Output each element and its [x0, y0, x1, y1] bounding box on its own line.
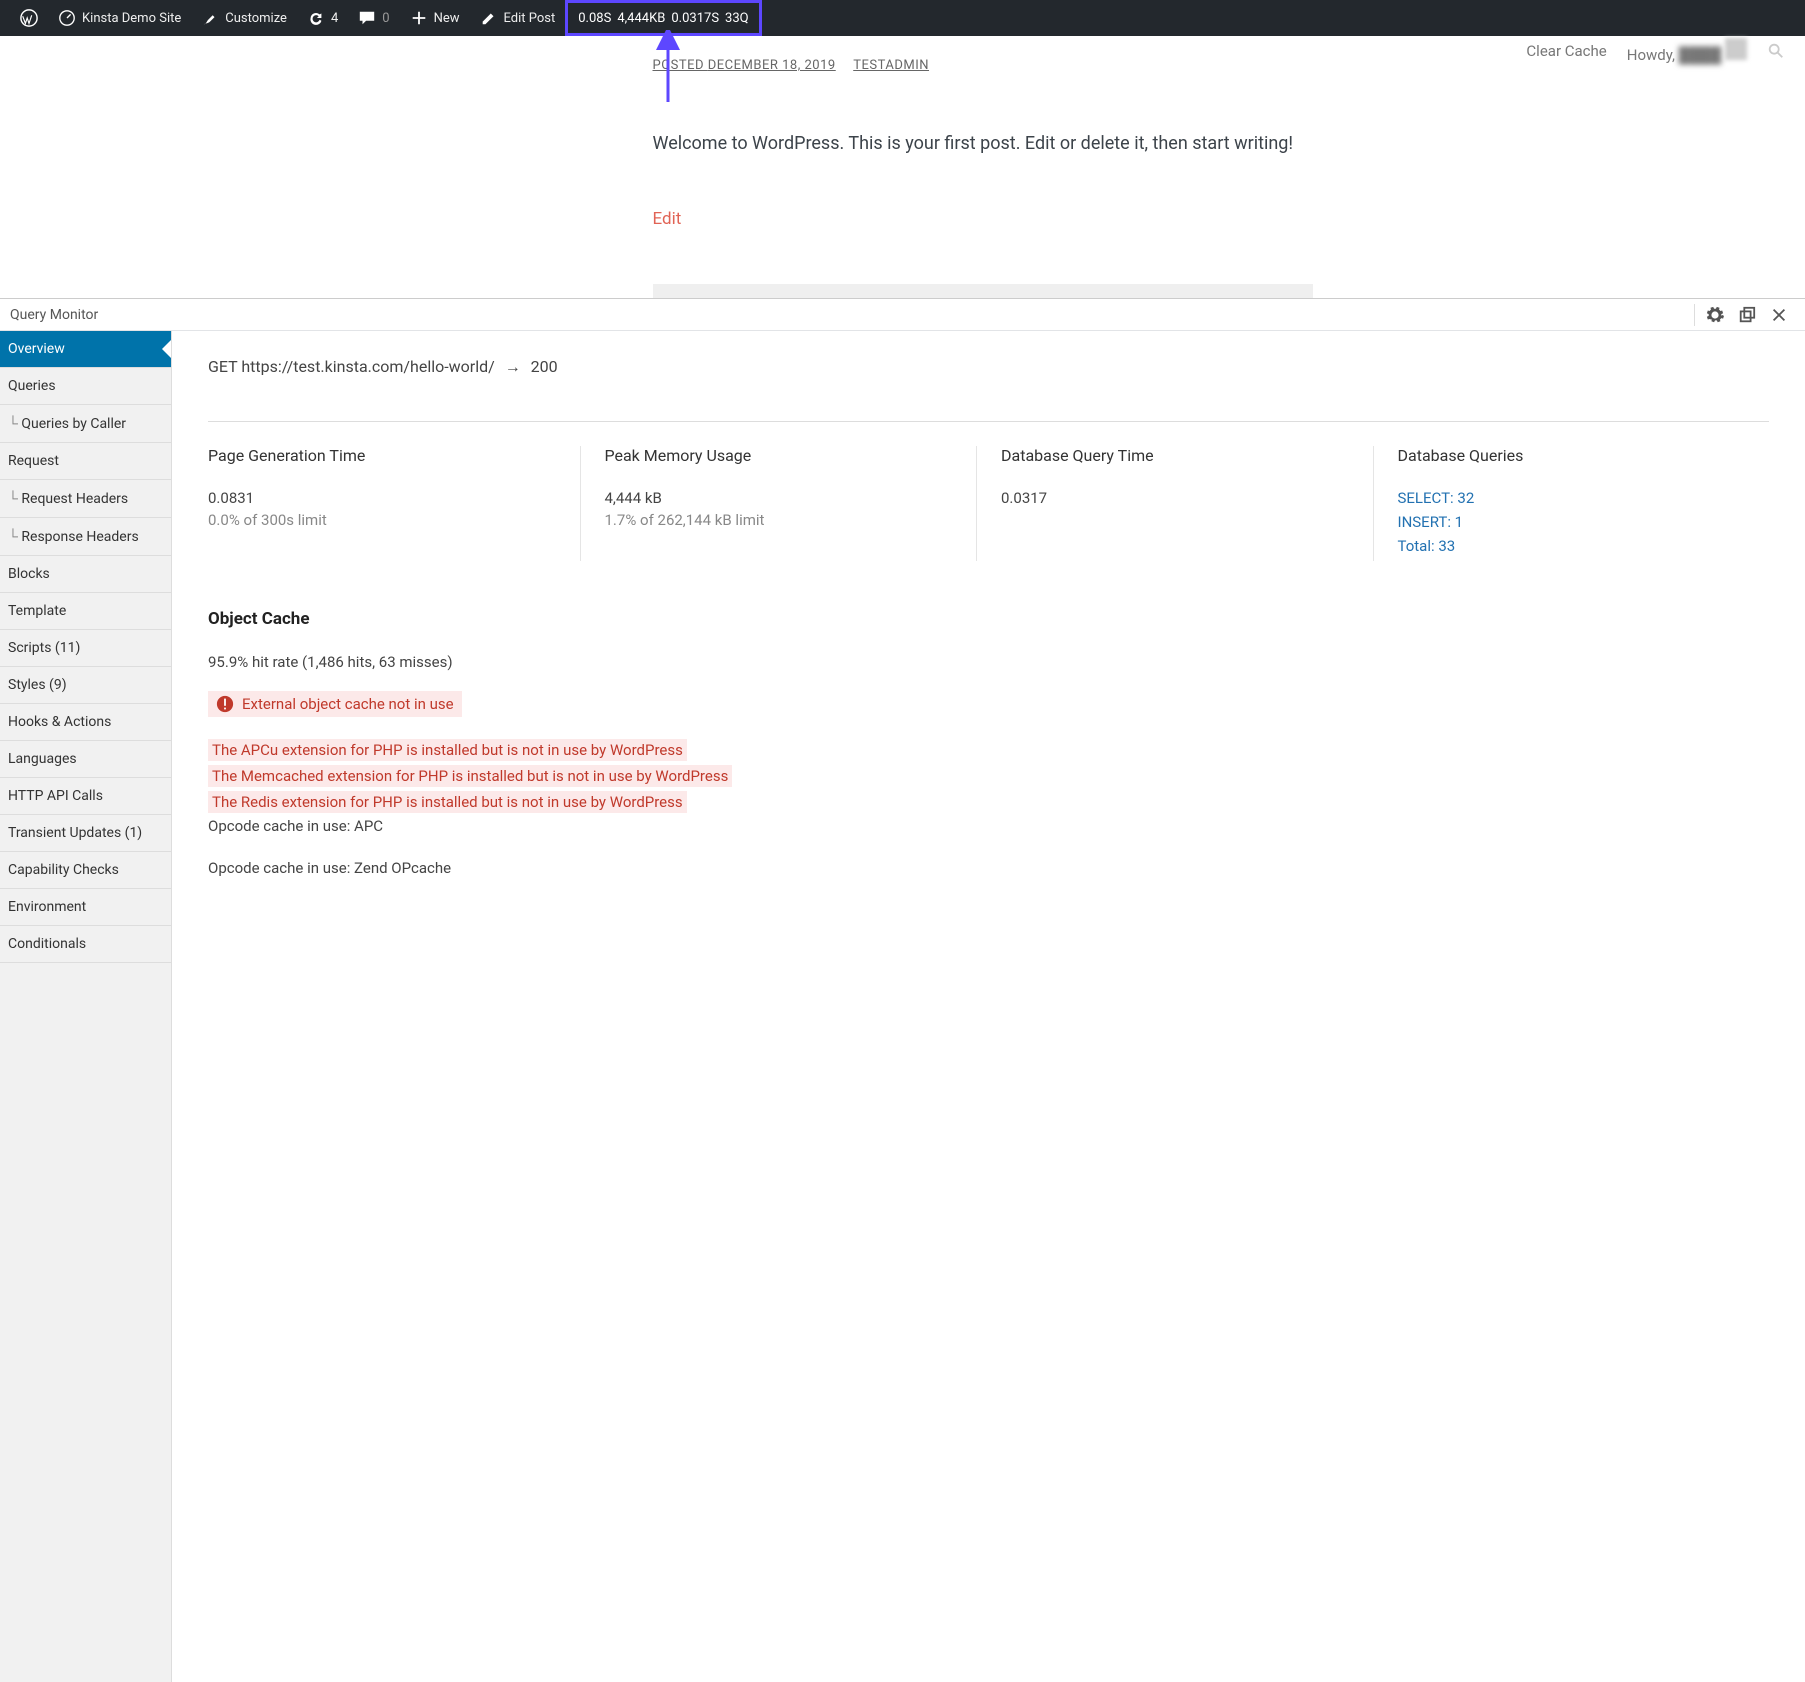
dashboard-icon — [58, 9, 76, 27]
stats-grid: Page Generation Time 0.0831 0.0% of 300s… — [208, 446, 1769, 561]
db-insert-link[interactable]: INSERT: 1 — [1398, 513, 1746, 531]
plus-icon — [410, 9, 428, 27]
sidebar-item-transients[interactable]: Transient Updates (1) — [0, 815, 171, 852]
qm-main: GET https://test.kinsta.com/hello-world/… — [172, 331, 1805, 1682]
opcode-apc: Opcode cache in use: APC — [208, 817, 1769, 835]
site-name-text: Kinsta Demo Site — [82, 11, 181, 26]
sidebar-item-conditionals[interactable]: Conditionals — [0, 926, 171, 963]
stat-page-gen-time: Page Generation Time 0.0831 0.0% of 300s… — [208, 446, 581, 561]
wp-logo[interactable] — [10, 0, 48, 36]
warn-apcu: The APCu extension for PHP is installed … — [208, 739, 687, 761]
stat-db-time: Database Query Time 0.0317 — [977, 446, 1374, 561]
site-name-link[interactable]: Kinsta Demo Site — [48, 0, 191, 36]
request-line: GET https://test.kinsta.com/hello-world/… — [208, 357, 1769, 377]
qm-page-time: 0.08S — [578, 11, 611, 26]
warn-external-cache: External object cache not in use — [208, 691, 462, 717]
settings-button[interactable] — [1699, 299, 1731, 331]
opcode-zend: Opcode cache in use: Zend OPcache — [208, 859, 1769, 877]
query-monitor-panel: Query Monitor Overview Queries Queries b… — [0, 298, 1805, 1682]
wordpress-icon — [20, 9, 38, 27]
qm-query-count: 33Q — [725, 11, 749, 26]
qm-memory: 4,444KB — [617, 11, 665, 26]
sidebar-item-request-headers[interactable]: Request Headers — [0, 480, 171, 518]
comments-link[interactable]: 0 — [348, 0, 399, 36]
sidebar-item-capability[interactable]: Capability Checks — [0, 852, 171, 889]
comment-icon — [358, 9, 376, 27]
hit-rate: 95.9% hit rate (1,486 hits, 63 misses) — [208, 653, 1769, 671]
search-icon[interactable] — [1767, 42, 1785, 60]
popout-button[interactable] — [1731, 299, 1763, 331]
qm-title: Query Monitor — [10, 307, 98, 323]
sidebar-item-languages[interactable]: Languages — [0, 741, 171, 778]
post-body: Welcome to WordPress. This is your first… — [653, 133, 1313, 154]
sidebar-item-environment[interactable]: Environment — [0, 889, 171, 926]
sidebar-item-http-api[interactable]: HTTP API Calls — [0, 778, 171, 815]
qm-db-time: 0.0317S — [671, 11, 719, 26]
sidebar-item-template[interactable]: Template — [0, 593, 171, 630]
warn-redis: The Redis extension for PHP is installed… — [208, 791, 687, 813]
sidebar-item-request[interactable]: Request — [0, 443, 171, 480]
query-monitor-stats[interactable]: 0.08S 4,444KB 0.0317S 33Q — [565, 0, 761, 36]
post-meta: POSTED DECEMBER 18, 2019 TESTADMIN — [653, 58, 1313, 73]
pencil-icon — [480, 9, 498, 27]
refresh-icon — [307, 9, 325, 27]
stat-db-queries: Database Queries SELECT: 32 INSERT: 1 To… — [1374, 446, 1770, 561]
edit-post-link[interactable]: Edit Post — [470, 0, 566, 36]
clear-cache-link[interactable]: Clear Cache — [1526, 42, 1606, 60]
object-cache-heading: Object Cache — [208, 609, 1769, 629]
gear-icon — [1706, 306, 1724, 324]
post-author-link[interactable]: TESTADMIN — [853, 58, 929, 73]
close-icon — [1770, 306, 1788, 324]
db-total-link[interactable]: Total: 33 — [1398, 537, 1746, 555]
warn-memcached: The Memcached extension for PHP is insta… — [208, 765, 732, 787]
stat-peak-memory: Peak Memory Usage 4,444 kB 1.7% of 262,1… — [581, 446, 978, 561]
sidebar-item-queries[interactable]: Queries — [0, 368, 171, 405]
wp-admin-bar: Kinsta Demo Site Customize 4 0 New Edit … — [0, 0, 1805, 36]
updates-link[interactable]: 4 — [297, 0, 348, 36]
popout-icon — [1738, 306, 1756, 324]
qm-sidebar: Overview Queries Queries by Caller Reque… — [0, 331, 172, 1682]
howdy-link[interactable]: Howdy, ████ — [1627, 38, 1747, 64]
close-button[interactable] — [1763, 299, 1795, 331]
arrow-right-icon: → — [505, 357, 521, 376]
sidebar-item-scripts[interactable]: Scripts (11) — [0, 630, 171, 667]
brush-icon — [201, 9, 219, 27]
edit-link[interactable]: Edit — [653, 209, 682, 229]
sidebar-item-blocks[interactable]: Blocks — [0, 556, 171, 593]
admin-top-right: Clear Cache Howdy, ████ — [1526, 38, 1785, 64]
customize-link[interactable]: Customize — [191, 0, 297, 36]
new-link[interactable]: New — [400, 0, 470, 36]
sidebar-item-queries-by-caller[interactable]: Queries by Caller — [0, 405, 171, 443]
alert-icon — [216, 695, 234, 713]
sidebar-item-response-headers[interactable]: Response Headers — [0, 518, 171, 556]
qm-titlebar: Query Monitor — [0, 299, 1805, 331]
post-date-link[interactable]: POSTED DECEMBER 18, 2019 — [653, 58, 836, 73]
avatar — [1725, 38, 1747, 60]
sidebar-item-styles[interactable]: Styles (9) — [0, 667, 171, 704]
db-select-link[interactable]: SELECT: 32 — [1398, 489, 1746, 507]
sidebar-item-hooks[interactable]: Hooks & Actions — [0, 704, 171, 741]
sidebar-item-overview[interactable]: Overview — [0, 331, 171, 368]
